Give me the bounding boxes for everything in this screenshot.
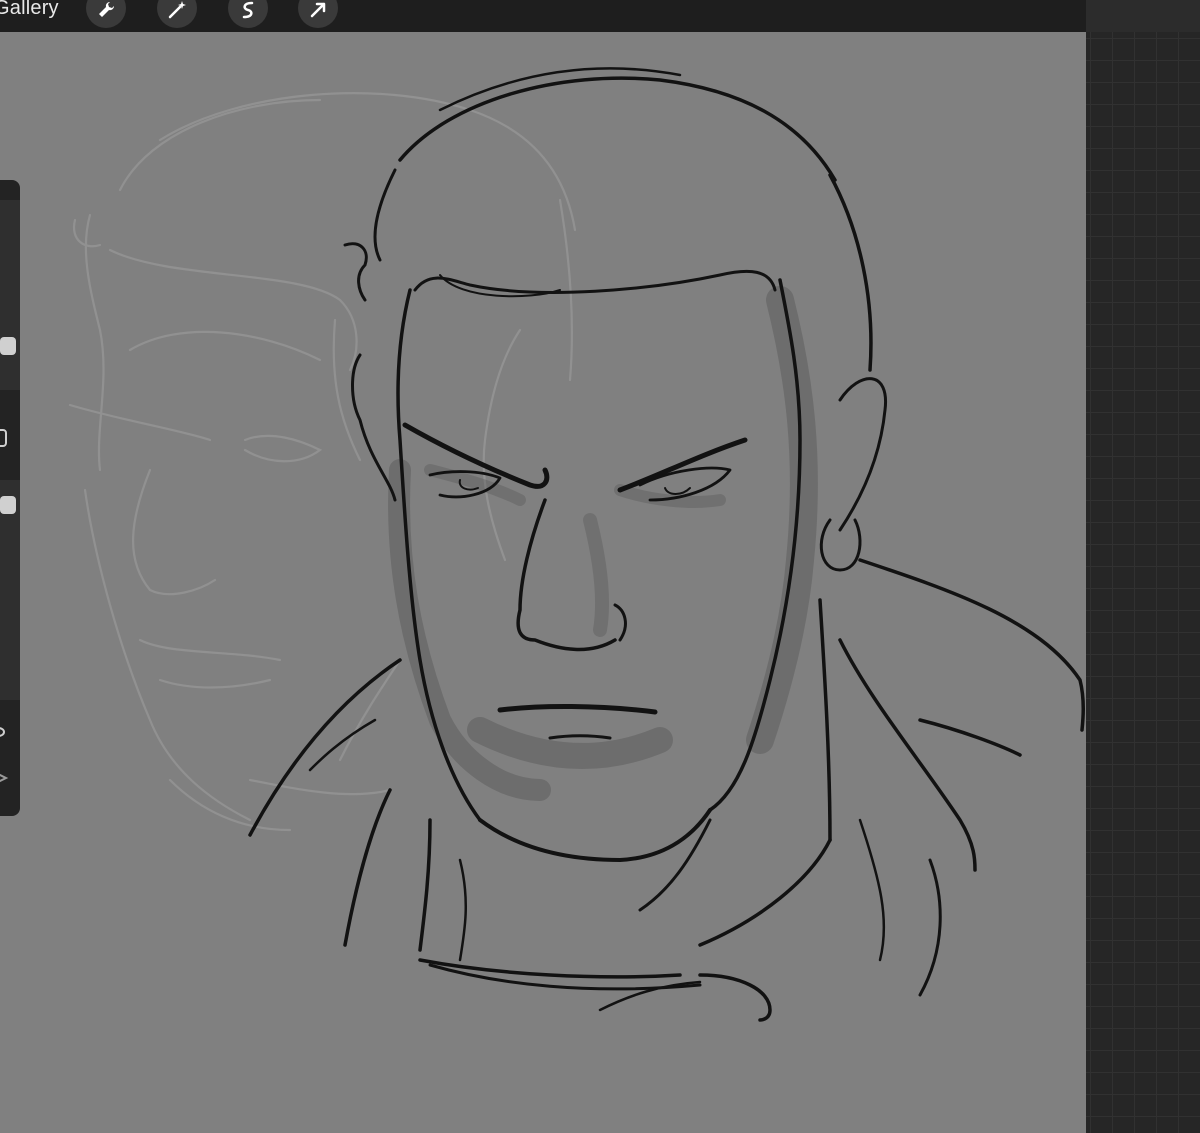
undo-button[interactable] bbox=[0, 722, 20, 746]
transform-button[interactable] bbox=[298, 0, 338, 28]
procreate-app: Gallery bbox=[0, 0, 1200, 1133]
top-toolbar: Gallery bbox=[0, 0, 1200, 32]
redo-icon-button[interactable] bbox=[0, 768, 20, 792]
modify-square-icon bbox=[0, 427, 14, 454]
selection-s-icon bbox=[238, 0, 258, 25]
modify-button[interactable] bbox=[0, 428, 20, 452]
ink-line-layer bbox=[248, 67, 1085, 1022]
adjustments-button[interactable] bbox=[157, 0, 197, 28]
actions-button[interactable] bbox=[86, 0, 126, 28]
left-sidebar bbox=[0, 180, 20, 816]
drawing-canvas[interactable] bbox=[0, 32, 1086, 1133]
sketch-artwork bbox=[68, 67, 1085, 1022]
wrench-icon bbox=[96, 0, 116, 25]
redo-icon bbox=[0, 768, 14, 793]
gallery-button[interactable]: Gallery bbox=[0, 0, 59, 20]
arrow-cursor-icon bbox=[308, 0, 328, 25]
selection-button[interactable] bbox=[228, 0, 268, 28]
toolbar-right-area bbox=[1086, 0, 1200, 32]
workspace-grid-background bbox=[1086, 32, 1200, 1133]
magic-wand-icon bbox=[167, 0, 187, 25]
rough-sketch-layer bbox=[68, 92, 577, 832]
shading-layer bbox=[388, 286, 818, 801]
brush-size-slider[interactable] bbox=[0, 200, 20, 390]
brush-opacity-thumb[interactable] bbox=[0, 496, 16, 514]
brush-size-thumb[interactable] bbox=[0, 337, 16, 355]
undo-icon bbox=[0, 722, 14, 747]
